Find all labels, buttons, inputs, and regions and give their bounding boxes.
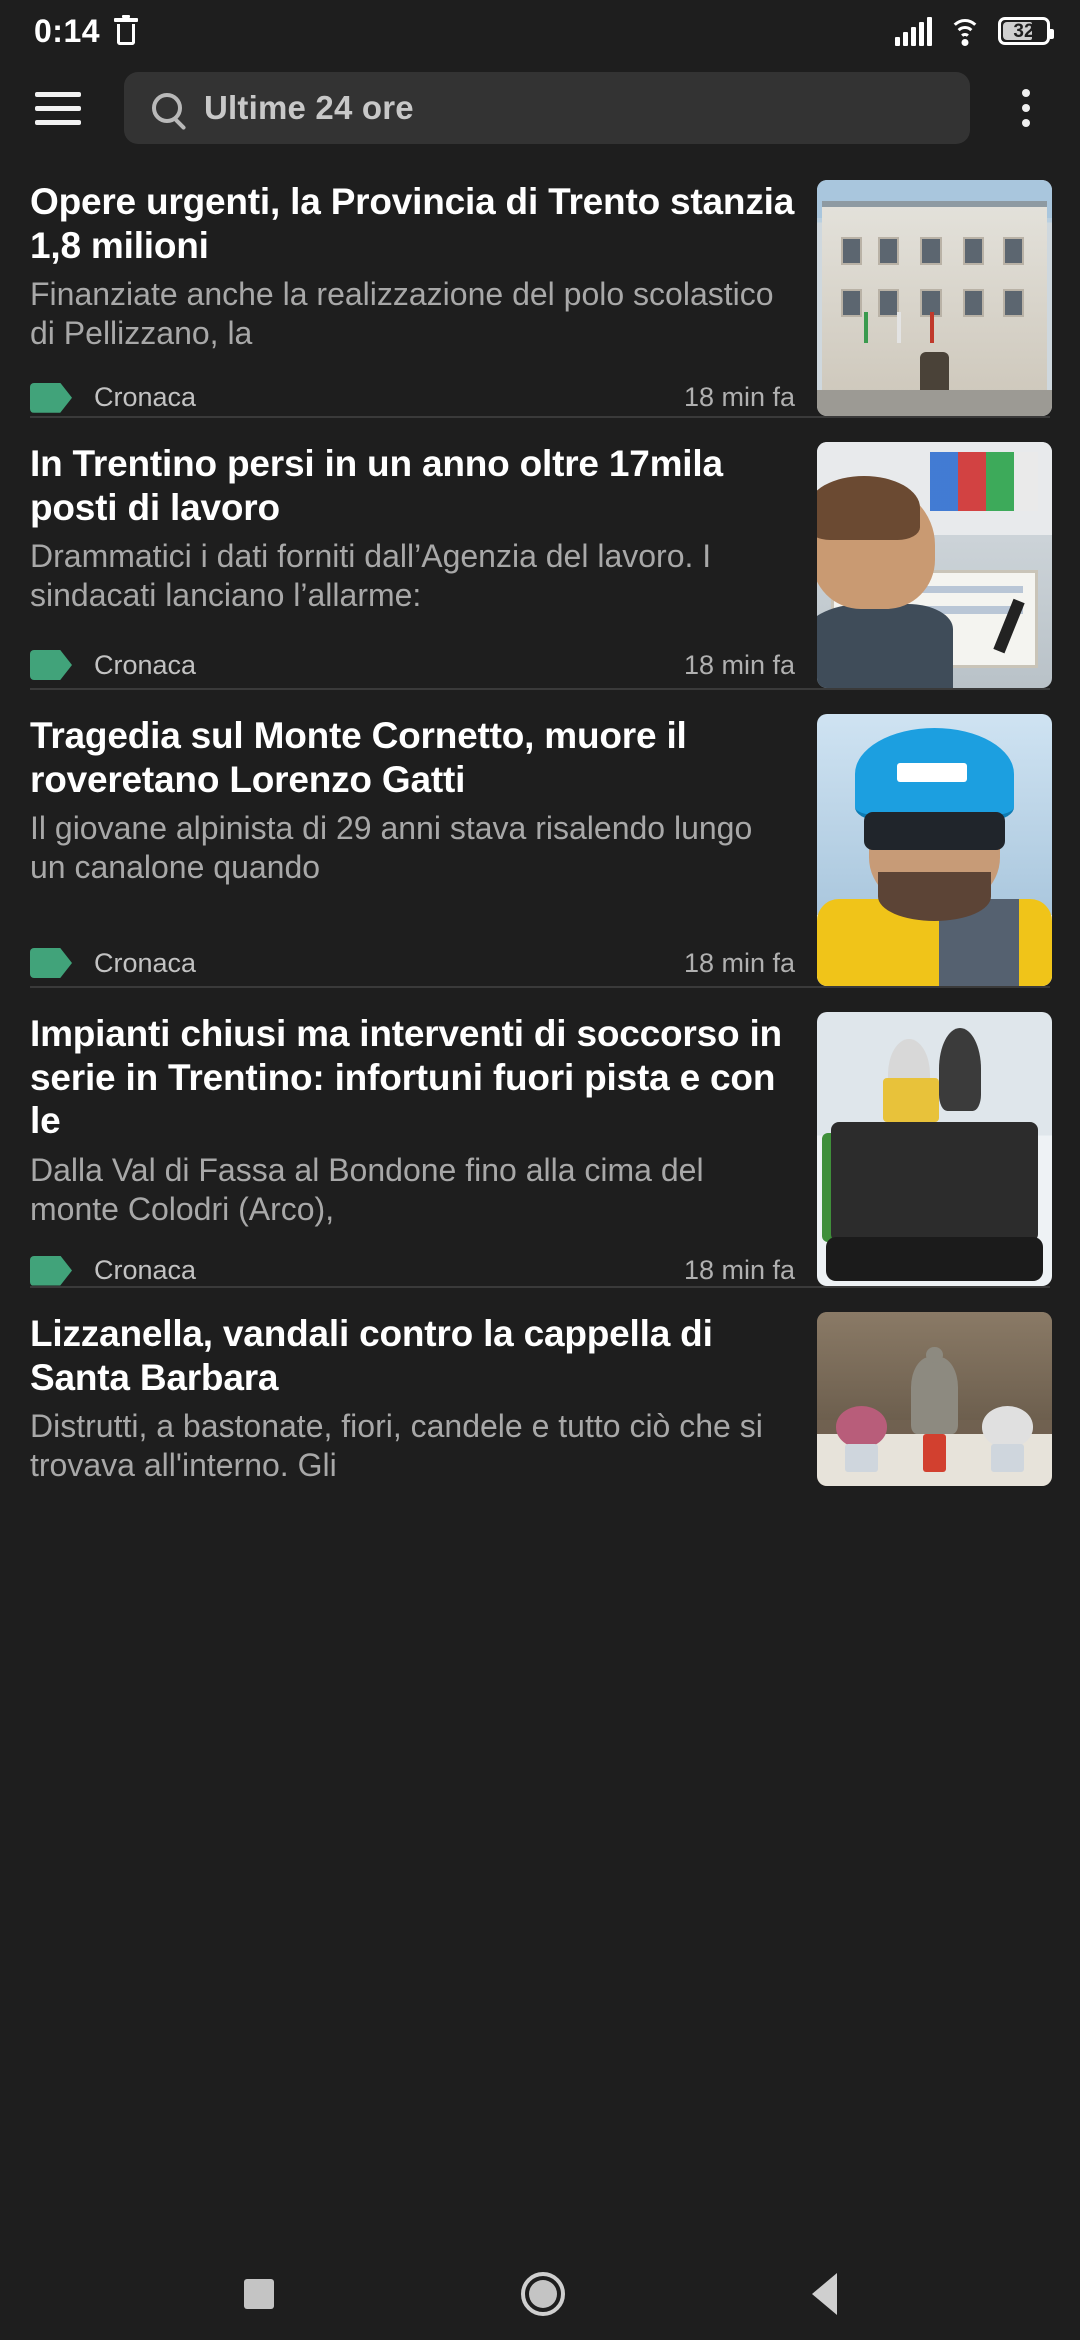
phone-screen: 0:14 32 Ultime 24 ore Opere urgenti, la … xyxy=(0,0,1080,2340)
article-summary: Dalla Val di Fassa al Bondone fino alla … xyxy=(30,1151,704,1227)
category-badge-icon xyxy=(30,948,72,978)
search-icon xyxy=(152,93,182,123)
list-item[interactable]: Lizzanella, vandali contro la cappella d… xyxy=(0,1286,1080,1486)
category-badge-icon xyxy=(30,650,72,680)
news-feed-list[interactable]: Opere urgenti, la Provincia di Trento st… xyxy=(0,154,1080,2248)
hamburger-menu-icon[interactable] xyxy=(30,80,86,136)
article-time-ago: 18 min fa xyxy=(683,947,795,978)
cellular-signal-icon xyxy=(895,16,932,46)
article-title: Tragedia sul Monte Cornetto, muore il ro… xyxy=(30,715,687,800)
article-thumbnail[interactable] xyxy=(817,442,1052,688)
list-divider xyxy=(30,986,1050,988)
article-category: Cronaca xyxy=(94,649,197,680)
thumbnail-image xyxy=(817,1312,1052,1486)
list-item[interactable]: Opere urgenti, la Provincia di Trento st… xyxy=(0,154,1080,416)
article-summary: Il giovane alpinista di 29 anni stava ri… xyxy=(30,810,753,886)
article-thumbnail[interactable] xyxy=(817,1012,1052,1286)
article-time-ago: 18 min fa xyxy=(683,1255,795,1286)
list-divider xyxy=(30,1286,1050,1288)
article-title: Lizzanella, vandali contro la cappella d… xyxy=(30,1313,713,1398)
article-category: Cronaca xyxy=(94,382,197,413)
article-text: Opere urgenti, la Provincia di Trento st… xyxy=(30,180,795,416)
article-text: In Trentino persi in un anno oltre 17mil… xyxy=(30,442,795,688)
thumbnail-image xyxy=(817,714,1052,986)
app-toolbar: Ultime 24 ore xyxy=(0,62,1080,154)
search-input[interactable]: Ultime 24 ore xyxy=(124,72,970,144)
article-category: Cronaca xyxy=(94,947,197,978)
article-summary: Drammatici i dati forniti dall’Agenzia d… xyxy=(30,538,712,614)
status-bar-right: 32 xyxy=(895,16,1054,46)
status-bar-left: 0:14 xyxy=(34,13,139,49)
article-summary: Distrutti, a bastonate, fiori, candele e… xyxy=(30,1408,763,1484)
status-clock: 0:14 xyxy=(34,13,101,49)
search-input-value: Ultime 24 ore xyxy=(204,89,414,126)
list-divider xyxy=(30,688,1050,690)
article-meta: Cronaca 18 min fa xyxy=(30,353,795,416)
article-meta: Cronaca 18 min fa xyxy=(30,1229,795,1286)
list-divider xyxy=(30,416,1050,418)
article-thumbnail[interactable] xyxy=(817,1312,1052,1486)
battery-level-label: 32 xyxy=(1013,20,1035,42)
category-badge-icon xyxy=(30,1255,72,1286)
article-time-ago: 18 min fa xyxy=(683,649,795,680)
list-item[interactable]: Impianti chiusi ma interventi di soccors… xyxy=(0,986,1080,1286)
triangle-back-icon[interactable] xyxy=(811,2273,837,2315)
article-meta: Cronaca 18 min fa xyxy=(30,914,795,986)
list-item[interactable]: In Trentino persi in un anno oltre 17mil… xyxy=(0,416,1080,688)
article-meta: Cronaca 18 min fa xyxy=(30,616,795,688)
status-bar: 0:14 32 xyxy=(0,0,1080,62)
article-time-ago: 18 min fa xyxy=(683,382,795,413)
article-text: Tragedia sul Monte Cornetto, muore il ro… xyxy=(30,714,795,986)
article-thumbnail[interactable] xyxy=(817,714,1052,986)
circle-home-icon[interactable] xyxy=(520,2272,565,2316)
article-text: Lizzanella, vandali contro la cappella d… xyxy=(30,1312,795,1486)
square-recents-icon[interactable] xyxy=(243,2279,274,2309)
list-item[interactable]: Tragedia sul Monte Cornetto, muore il ro… xyxy=(0,688,1080,986)
wifi-icon xyxy=(948,17,982,46)
thumbnail-image xyxy=(817,180,1052,416)
battery-icon: 32 xyxy=(998,17,1054,45)
trash-icon xyxy=(114,14,139,45)
article-title: Opere urgenti, la Provincia di Trento st… xyxy=(30,181,795,266)
thumbnail-image xyxy=(817,1012,1052,1286)
article-title: In Trentino persi in un anno oltre 17mil… xyxy=(30,443,723,528)
article-title: Impianti chiusi ma interventi di soccors… xyxy=(30,1013,782,1142)
article-category: Cronaca xyxy=(94,1255,197,1286)
article-summary: Finanziate anche la realizzazione del po… xyxy=(30,276,774,352)
category-badge-icon xyxy=(30,382,72,413)
thumbnail-image xyxy=(817,442,1052,688)
system-navigation-bar xyxy=(0,2248,1080,2340)
more-options-icon[interactable] xyxy=(998,80,1054,136)
article-text: Impianti chiusi ma interventi di soccors… xyxy=(30,1012,795,1286)
article-thumbnail[interactable] xyxy=(817,180,1052,416)
